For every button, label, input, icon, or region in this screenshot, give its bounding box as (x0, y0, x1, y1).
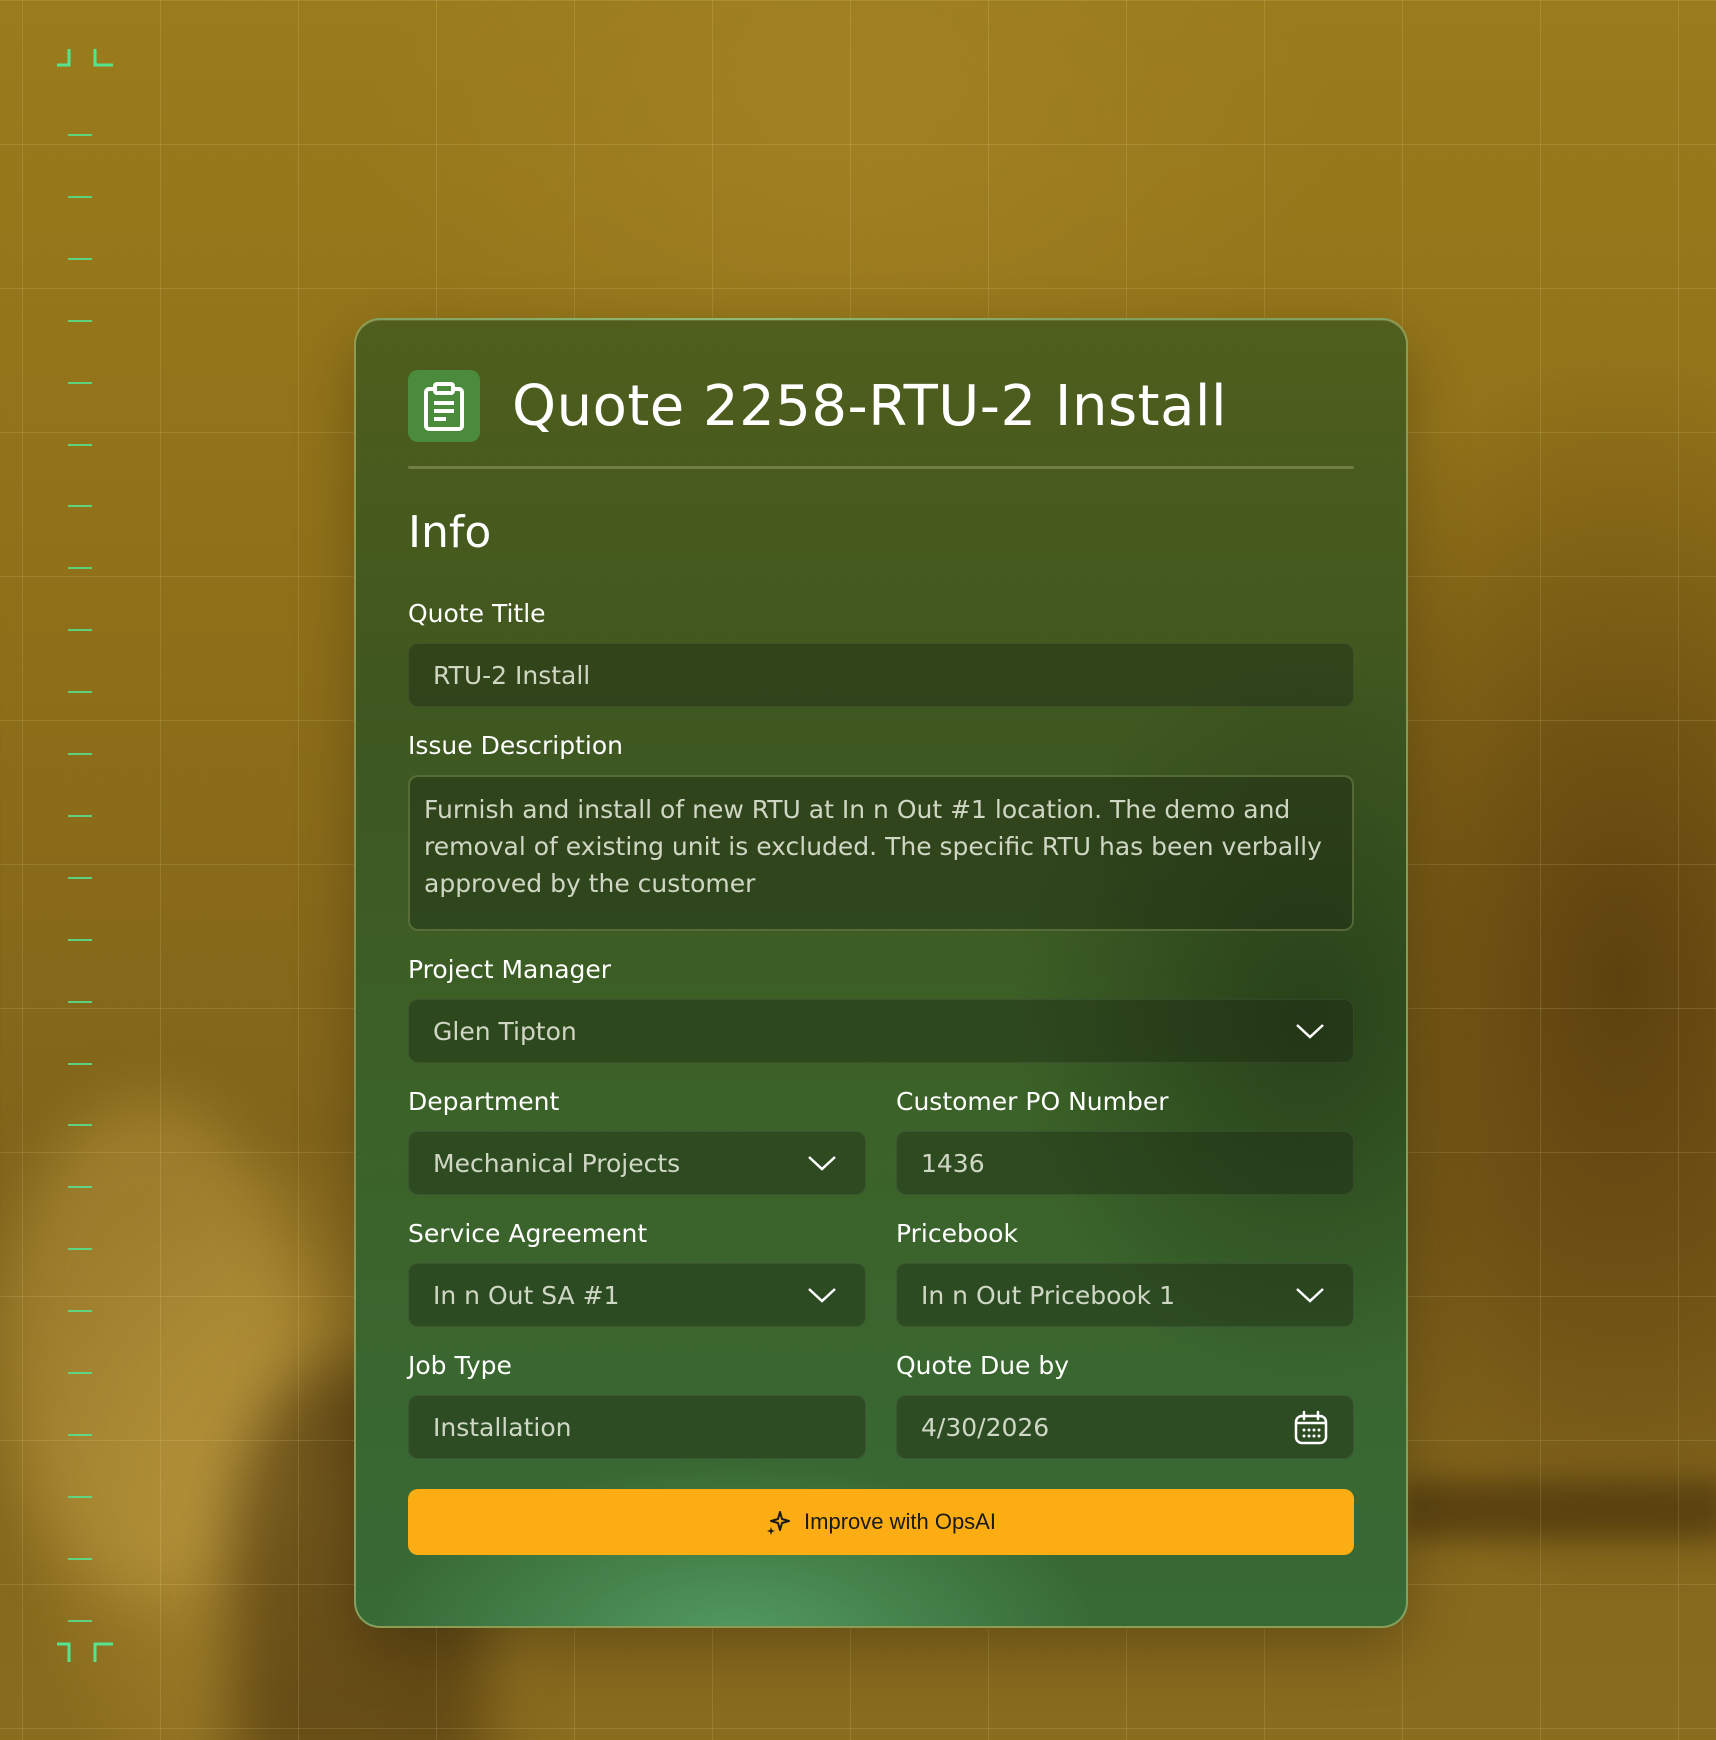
job-type-value: Installation (433, 1412, 572, 1442)
ruler-tick (68, 1248, 92, 1251)
project-manager-select[interactable]: Glen Tipton (408, 999, 1354, 1063)
ruler-tick (68, 567, 92, 570)
chevron-down-icon (1296, 1288, 1324, 1303)
quote-title-input[interactable]: RTU-2 Install (408, 643, 1354, 707)
issue-description-label: Issue Description (408, 731, 623, 760)
sparkle-icon (767, 1511, 791, 1535)
ruler-tick (68, 938, 92, 941)
ruler-tick (68, 1495, 92, 1498)
ruler-tick (68, 1186, 92, 1189)
left-ruler (52, 44, 122, 1684)
quote-info-card: Quote 2258-RTU-2 Install Info Quote Titl… (354, 318, 1408, 1628)
ruler-tick (68, 1062, 92, 1065)
corner-bracket-top-icon (57, 49, 113, 67)
job-type-input[interactable]: Installation (408, 1395, 866, 1459)
project-manager-label: Project Manager (408, 955, 612, 984)
service-agreement-value: In n Out SA #1 (433, 1280, 620, 1310)
ruler-tick (68, 691, 92, 694)
customer-po-input[interactable]: 1436 (896, 1131, 1354, 1195)
issue-description-textarea[interactable]: Furnish and install of new RTU at In n O… (408, 775, 1354, 931)
header-divider (408, 466, 1354, 469)
card-header: Quote 2258-RTU-2 Install (408, 370, 1354, 442)
ruler-tick (68, 505, 92, 508)
corner-bracket-bottom-icon (57, 1642, 113, 1662)
department-value: Mechanical Projects (433, 1148, 681, 1178)
ruler-tick (68, 319, 92, 322)
ruler-tick (68, 381, 92, 384)
job-type-label: Job Type (408, 1351, 512, 1380)
ruler-tick (68, 1619, 92, 1622)
ruler-tick (68, 876, 92, 879)
clipboard-icon (408, 370, 480, 442)
chevron-down-icon (808, 1288, 836, 1303)
ruler-tick (68, 134, 92, 136)
calendar-icon[interactable] (1293, 1410, 1329, 1446)
ruler-tick (68, 1000, 92, 1003)
chevron-down-icon (1296, 1024, 1324, 1039)
page-title: Quote 2258-RTU-2 Install (512, 373, 1228, 439)
section-title-info: Info (408, 507, 492, 558)
pricebook-value: In n Out Pricebook 1 (921, 1280, 1176, 1310)
quote-due-date-input[interactable]: 4/30/2026 (896, 1395, 1354, 1459)
quote-title-value: RTU-2 Install (433, 660, 591, 690)
department-select[interactable]: Mechanical Projects (408, 1131, 866, 1195)
service-agreement-label: Service Agreement (408, 1219, 648, 1248)
service-agreement-select[interactable]: In n Out SA #1 (408, 1263, 866, 1327)
customer-po-label: Customer PO Number (896, 1087, 1169, 1116)
improve-with-opsai-label: Improve with OpsAI (804, 1509, 996, 1534)
ruler-tick (68, 629, 92, 632)
pricebook-label: Pricebook (896, 1219, 1018, 1248)
ruler-tick (68, 814, 92, 817)
ruler-tick (68, 1557, 92, 1560)
quote-due-label: Quote Due by (896, 1351, 1070, 1380)
chevron-down-icon (808, 1156, 836, 1171)
ruler-tick (68, 753, 92, 755)
background-shelf-shape (1400, 1480, 1716, 1540)
improve-with-opsai-button[interactable]: Improve with OpsAI (408, 1489, 1354, 1555)
ruler-tick (68, 1310, 92, 1313)
quote-due-value: 4/30/2026 (921, 1412, 1050, 1442)
ruler-tick (68, 443, 92, 446)
pricebook-select[interactable]: In n Out Pricebook 1 (896, 1263, 1354, 1327)
department-label: Department (408, 1087, 560, 1116)
background-highlight (0, 1100, 300, 1600)
ruler-tick (68, 1433, 92, 1436)
customer-po-value: 1436 (921, 1148, 985, 1178)
ruler-tick (68, 1372, 92, 1374)
ruler-tick (68, 257, 92, 260)
quote-title-label: Quote Title (408, 599, 546, 628)
ruler-tick (68, 195, 92, 198)
ruler-tick (68, 1124, 92, 1127)
project-manager-value: Glen Tipton (433, 1016, 577, 1046)
